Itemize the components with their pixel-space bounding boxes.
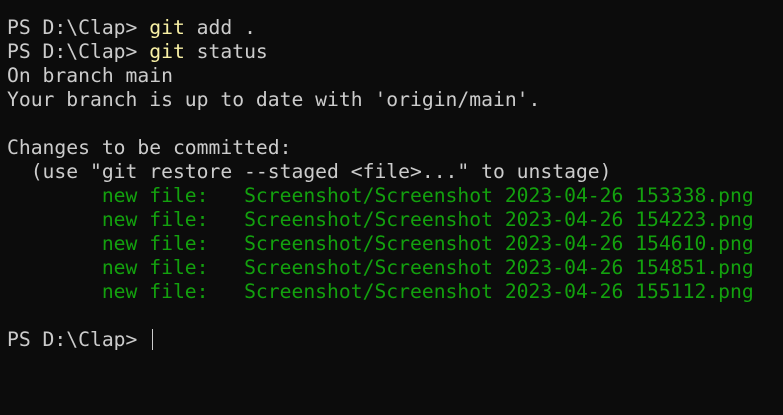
command-args: add .: [184, 16, 256, 39]
prompt: PS D:\Clap>: [7, 40, 150, 63]
file-status: new file:: [7, 232, 245, 255]
prompt: PS D:\Clap>: [7, 16, 150, 39]
command-args: status: [184, 40, 268, 63]
staged-file-line: new file: Screenshot/Screenshot 2023-04-…: [7, 256, 783, 280]
text-cursor: [152, 329, 154, 350]
prompt: PS D:\Clap>: [7, 328, 150, 351]
file-path: Screenshot/Screenshot 2023-04-26 153338.…: [244, 184, 754, 207]
file-status: new file:: [7, 184, 245, 207]
terminal-line: PS D:\Clap> git add .: [7, 16, 783, 40]
file-path: Screenshot/Screenshot 2023-04-26 154223.…: [244, 208, 754, 231]
command: git: [149, 40, 185, 63]
hint-line: (use "git restore --staged <file>..." to…: [7, 160, 612, 183]
file-path: Screenshot/Screenshot 2023-04-26 155112.…: [244, 280, 754, 303]
input-line[interactable]: PS D:\Clap>: [7, 328, 783, 352]
terminal-line: PS D:\Clap> git status: [7, 40, 783, 64]
file-status: new file:: [7, 280, 245, 303]
staged-file-line: new file: Screenshot/Screenshot 2023-04-…: [7, 208, 783, 232]
staged-file-line: new file: Screenshot/Screenshot 2023-04-…: [7, 280, 783, 304]
terminal-window[interactable]: PS D:\Clap> git add . PS D:\Clap> git st…: [0, 0, 783, 415]
staged-file-line: new file: Screenshot/Screenshot 2023-04-…: [7, 184, 783, 208]
file-status: new file:: [7, 208, 245, 231]
staged-file-line: new file: Screenshot/Screenshot 2023-04-…: [7, 232, 783, 256]
file-status: new file:: [7, 256, 245, 279]
file-path: Screenshot/Screenshot 2023-04-26 154851.…: [244, 256, 754, 279]
command: git: [149, 16, 185, 39]
branch-line: On branch main: [7, 64, 173, 87]
changes-header: Changes to be committed:: [7, 136, 292, 159]
uptodate-line: Your branch is up to date with 'origin/m…: [7, 88, 541, 111]
file-path: Screenshot/Screenshot 2023-04-26 154610.…: [244, 232, 754, 255]
